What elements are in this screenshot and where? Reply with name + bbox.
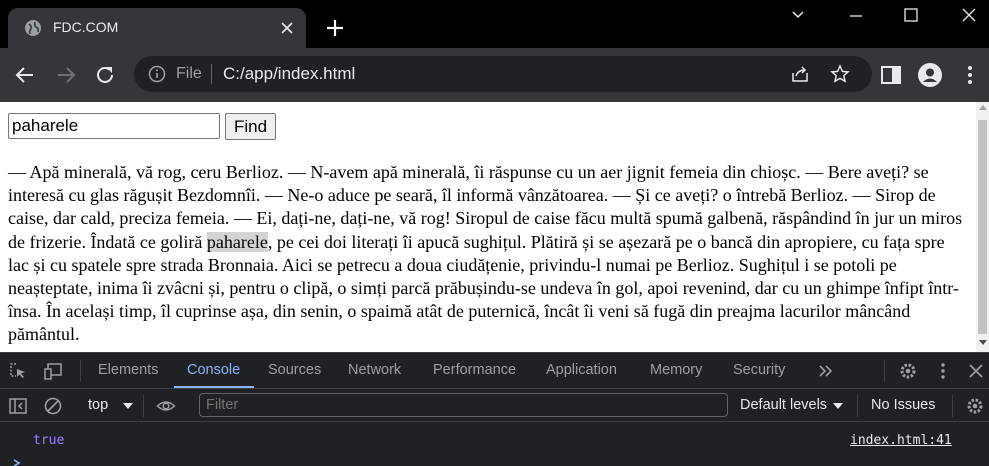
scroll-thumb[interactable]	[978, 120, 987, 334]
live-expression-eye-icon[interactable]	[156, 396, 176, 416]
log-source-link[interactable]: index.html:41	[850, 433, 952, 448]
devtools-divider	[80, 360, 81, 382]
minimize-icon[interactable]	[845, 6, 867, 24]
tab-search-icon[interactable]	[787, 6, 809, 24]
chevron-down-icon[interactable]	[118, 396, 138, 416]
log-levels-dropdown[interactable]: Default levels	[740, 397, 827, 413]
console-settings-gear-icon[interactable]	[965, 396, 985, 416]
omnibox-divider	[211, 64, 212, 84]
forward-icon[interactable]	[54, 63, 78, 87]
console-filter-input[interactable]	[199, 393, 728, 417]
console-log-entry: true index.html:41	[0, 423, 989, 457]
page-viewport: Find — Apă minerală, vă rog, ceru Berlio…	[0, 102, 989, 352]
device-toolbar-icon[interactable]	[43, 361, 63, 381]
tab-elements[interactable]: Elements	[98, 362, 158, 378]
clear-console-icon[interactable]	[43, 396, 63, 416]
url-text[interactable]: C:/app/index.html	[223, 64, 355, 84]
text-paragraph: — Apă minerală, vă rog, ceru Berlioz. — …	[8, 161, 968, 347]
tab-console[interactable]: Console	[187, 362, 240, 378]
browser-tab[interactable]: FDC.COM	[8, 8, 306, 48]
address-bar[interactable]: File C:/app/index.html	[134, 56, 872, 92]
devtools-divider	[952, 395, 953, 417]
menu-kebab-icon[interactable]	[958, 63, 982, 87]
browser-toolbar: File C:/app/index.html	[0, 48, 989, 102]
devtools-divider	[857, 395, 858, 417]
close-tab-icon[interactable]	[278, 19, 296, 37]
scroll-down-arrow-icon[interactable]	[979, 340, 987, 345]
side-panel-icon[interactable]	[879, 63, 903, 87]
settings-gear-icon[interactable]	[898, 361, 918, 381]
maximize-icon[interactable]	[900, 6, 922, 24]
more-tabs-chevron-icon[interactable]	[816, 361, 836, 381]
devtools-menu-kebab-icon[interactable]	[933, 361, 953, 381]
search-highlight: paharele	[206, 231, 268, 252]
page-scrollbar[interactable]	[976, 102, 989, 352]
reload-icon[interactable]	[93, 63, 117, 87]
close-window-icon[interactable]	[958, 6, 980, 24]
devtools-panel: Elements Console Sources Network Perform…	[0, 352, 989, 466]
console-sidebar-icon[interactable]	[8, 396, 28, 416]
info-icon[interactable]	[148, 65, 166, 83]
new-tab-icon[interactable]	[325, 18, 345, 38]
devtools-divider	[143, 395, 144, 417]
devtools-divider	[884, 360, 885, 382]
find-button[interactable]: Find	[225, 113, 276, 140]
scheme-label: File	[176, 65, 202, 82]
scroll-up-arrow-icon[interactable]	[979, 105, 987, 110]
context-selector[interactable]: top	[88, 397, 108, 413]
tab-strip: FDC.COM	[0, 0, 989, 48]
search-input[interactable]	[8, 113, 220, 139]
tab-performance[interactable]: Performance	[433, 362, 516, 378]
share-icon[interactable]	[790, 64, 810, 84]
devtools-tab-bar: Elements Console Sources Network Perform…	[0, 353, 989, 389]
active-tab-indicator	[174, 386, 254, 388]
back-icon[interactable]	[13, 63, 37, 87]
console-toolbar: top Default levels No Issues	[0, 390, 989, 422]
inspect-element-icon[interactable]	[8, 361, 28, 381]
tab-security[interactable]: Security	[733, 362, 785, 378]
tab-memory[interactable]: Memory	[650, 362, 702, 378]
tab-network[interactable]: Network	[348, 362, 401, 378]
issues-counter[interactable]: No Issues	[871, 397, 935, 413]
bookmark-star-icon[interactable]	[830, 64, 850, 84]
close-devtools-icon[interactable]	[966, 361, 986, 381]
log-value: true	[33, 433, 65, 448]
profile-avatar-icon[interactable]	[918, 63, 942, 87]
globe-icon	[25, 20, 41, 36]
tab-sources[interactable]: Sources	[268, 362, 321, 378]
tab-title: FDC.COM	[53, 19, 119, 35]
console-prompt-chevron-icon	[13, 459, 21, 466]
tab-application[interactable]: Application	[546, 362, 617, 378]
levels-chevron-down-icon[interactable]	[828, 396, 848, 416]
